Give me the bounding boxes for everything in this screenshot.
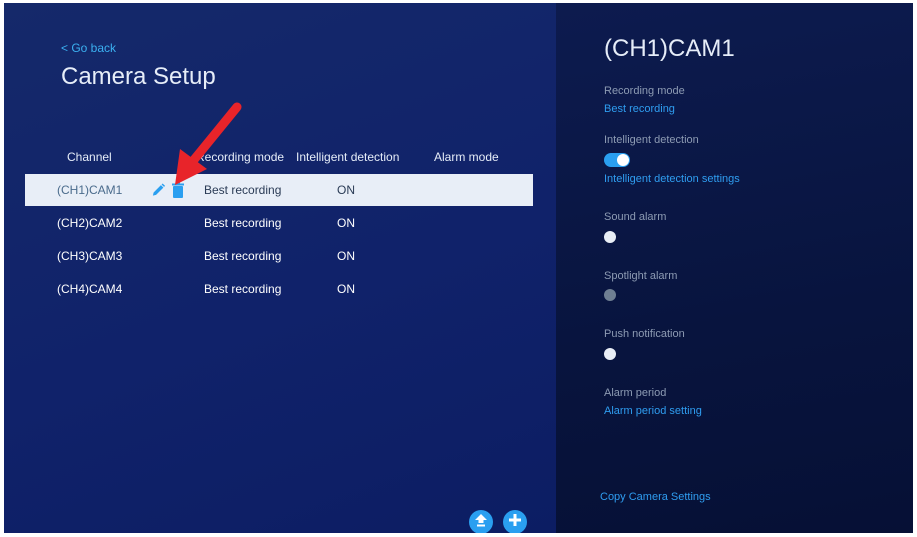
intelligent-detection-cell: ON (337, 249, 355, 263)
recording-mode-label: Recording mode (604, 85, 685, 97)
recording-mode-cell: Best recording (204, 249, 282, 263)
copy-camera-settings-link[interactable]: Copy Camera Settings (600, 491, 711, 503)
table-row-ch1[interactable]: (CH1)CAM1 Best recording ON (25, 174, 533, 206)
column-header-alarm-mode: Alarm mode (434, 150, 499, 164)
intelligent-detection-settings-link[interactable]: Intelligent detection settings (604, 173, 740, 185)
intelligent-detection-cell: ON (337, 183, 355, 197)
go-back-link[interactable]: < Go back (61, 41, 116, 55)
row-actions (151, 182, 186, 198)
intelligent-detection-label: Intelligent detection (604, 134, 699, 146)
channel-cell: (CH2)CAM2 (57, 216, 123, 230)
table-row-ch3[interactable]: (CH3)CAM3 Best recording ON (25, 240, 533, 272)
channel-cell: (CH4)CAM4 (57, 282, 123, 296)
sound-alarm-label: Sound alarm (604, 211, 667, 223)
channel-cell: (CH1)CAM1 (57, 183, 123, 197)
intelligent-detection-cell: ON (337, 216, 355, 230)
sound-alarm-toggle[interactable] (604, 231, 616, 243)
table-row-ch4[interactable]: (CH4)CAM4 Best recording ON (25, 273, 533, 305)
recording-mode-cell: Best recording (204, 282, 282, 296)
plus-icon (508, 513, 522, 532)
camera-list-panel: < Go back Camera Setup Channel Recording… (4, 3, 556, 533)
column-header-channel: Channel (67, 150, 112, 164)
recording-mode-cell: Best recording (204, 183, 282, 197)
upload-button[interactable] (469, 510, 493, 533)
alarm-period-setting-link[interactable]: Alarm period setting (604, 405, 702, 417)
column-header-recording-mode: Recording mode (196, 150, 285, 164)
pencil-icon[interactable] (151, 182, 166, 198)
recording-mode-cell: Best recording (204, 216, 282, 230)
camera-detail-panel: (CH1)CAM1 Recording mode Best recording … (556, 3, 913, 533)
push-notification-label: Push notification (604, 328, 685, 340)
column-header-intelligent-detection: Intelligent detection (296, 150, 400, 164)
recording-mode-value[interactable]: Best recording (604, 103, 675, 115)
alarm-period-label: Alarm period (604, 387, 667, 399)
push-notification-toggle[interactable] (604, 348, 616, 360)
table-row-ch2[interactable]: (CH2)CAM2 Best recording ON (25, 207, 533, 239)
intelligent-detection-cell: ON (337, 282, 355, 296)
add-camera-button[interactable] (503, 510, 527, 533)
app-screen: < Go back Camera Setup Channel Recording… (4, 3, 913, 533)
upload-icon (474, 513, 488, 532)
camera-title: (CH1)CAM1 (604, 35, 735, 62)
intelligent-detection-toggle[interactable] (604, 153, 630, 167)
channel-cell: (CH3)CAM3 (57, 249, 123, 263)
toggle-knob (617, 154, 629, 166)
trash-icon[interactable] (171, 182, 186, 198)
spotlight-alarm-toggle[interactable] (604, 289, 616, 301)
spotlight-alarm-label: Spotlight alarm (604, 270, 678, 282)
page-title: Camera Setup (61, 63, 216, 90)
